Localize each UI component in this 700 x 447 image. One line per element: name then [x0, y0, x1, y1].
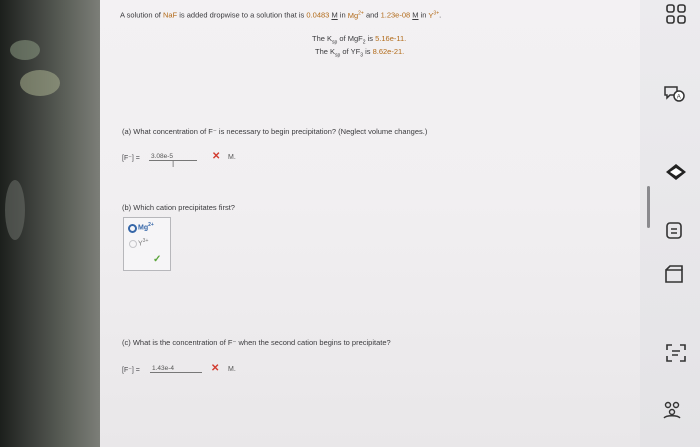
ksp-mgf2: The Ksp of MgF2 is 5.16e-11.: [312, 34, 407, 46]
eye-icon[interactable]: [664, 160, 688, 184]
background-blob: [10, 40, 40, 60]
ion-mg: Mg2+: [347, 10, 364, 20]
incorrect-icon: ✕: [211, 363, 220, 374]
ion-y: Y3+: [428, 10, 440, 20]
part-c-input[interactable]: 1.43e-4: [150, 365, 202, 373]
share-icon[interactable]: [660, 398, 684, 422]
correct-check-icon: ✓: [153, 254, 162, 265]
choice-mg-label[interactable]: Mg2+: [138, 222, 154, 231]
cation-choices: Mg2+ Y3+ ✓: [123, 217, 171, 271]
part-b-question: (b) Which cation precipitates first?: [122, 203, 235, 212]
conc-mg: 0.0483: [306, 10, 330, 20]
part-c-label: [F⁻] =: [122, 367, 140, 374]
scrollbar-thumb[interactable]: [647, 186, 650, 228]
problem-intro: A solution of NaF is added dropwise to a…: [120, 10, 442, 20]
text-recognition-icon[interactable]: [664, 341, 688, 365]
part-c-question: (c) What is the concentration of F⁻ when…: [122, 338, 391, 347]
conc-y: 1.23e-08: [380, 10, 411, 20]
salt-name: NaF: [162, 10, 178, 20]
background-left-edge: [0, 0, 100, 447]
svg-text:A: A: [677, 95, 681, 101]
background-blob: [20, 70, 60, 96]
grid-icon[interactable]: [664, 2, 688, 26]
chat-icon[interactable]: A: [662, 82, 686, 106]
part-a-question: (a) What concentration of F⁻ is necessar…: [122, 127, 428, 136]
rotate-icon[interactable]: [662, 218, 686, 242]
part-a-label: [F⁻] =: [122, 155, 140, 162]
page-icon[interactable]: [662, 262, 686, 286]
background-blob: [5, 180, 25, 240]
worksheet-page: A solution of NaF is added dropwise to a…: [100, 0, 640, 447]
radio-y[interactable]: [129, 240, 137, 248]
ksp-yf3: The Ksp of YF3 is 8.62e-21.: [315, 47, 405, 59]
text-cursor-icon: I: [172, 160, 175, 169]
choice-y-label[interactable]: Y3+: [138, 238, 148, 247]
part-c-unit: M.: [228, 366, 236, 373]
part-a-unit: M.: [228, 154, 236, 161]
radio-mg-selected[interactable]: [128, 224, 137, 233]
incorrect-icon: ✕: [212, 151, 221, 162]
